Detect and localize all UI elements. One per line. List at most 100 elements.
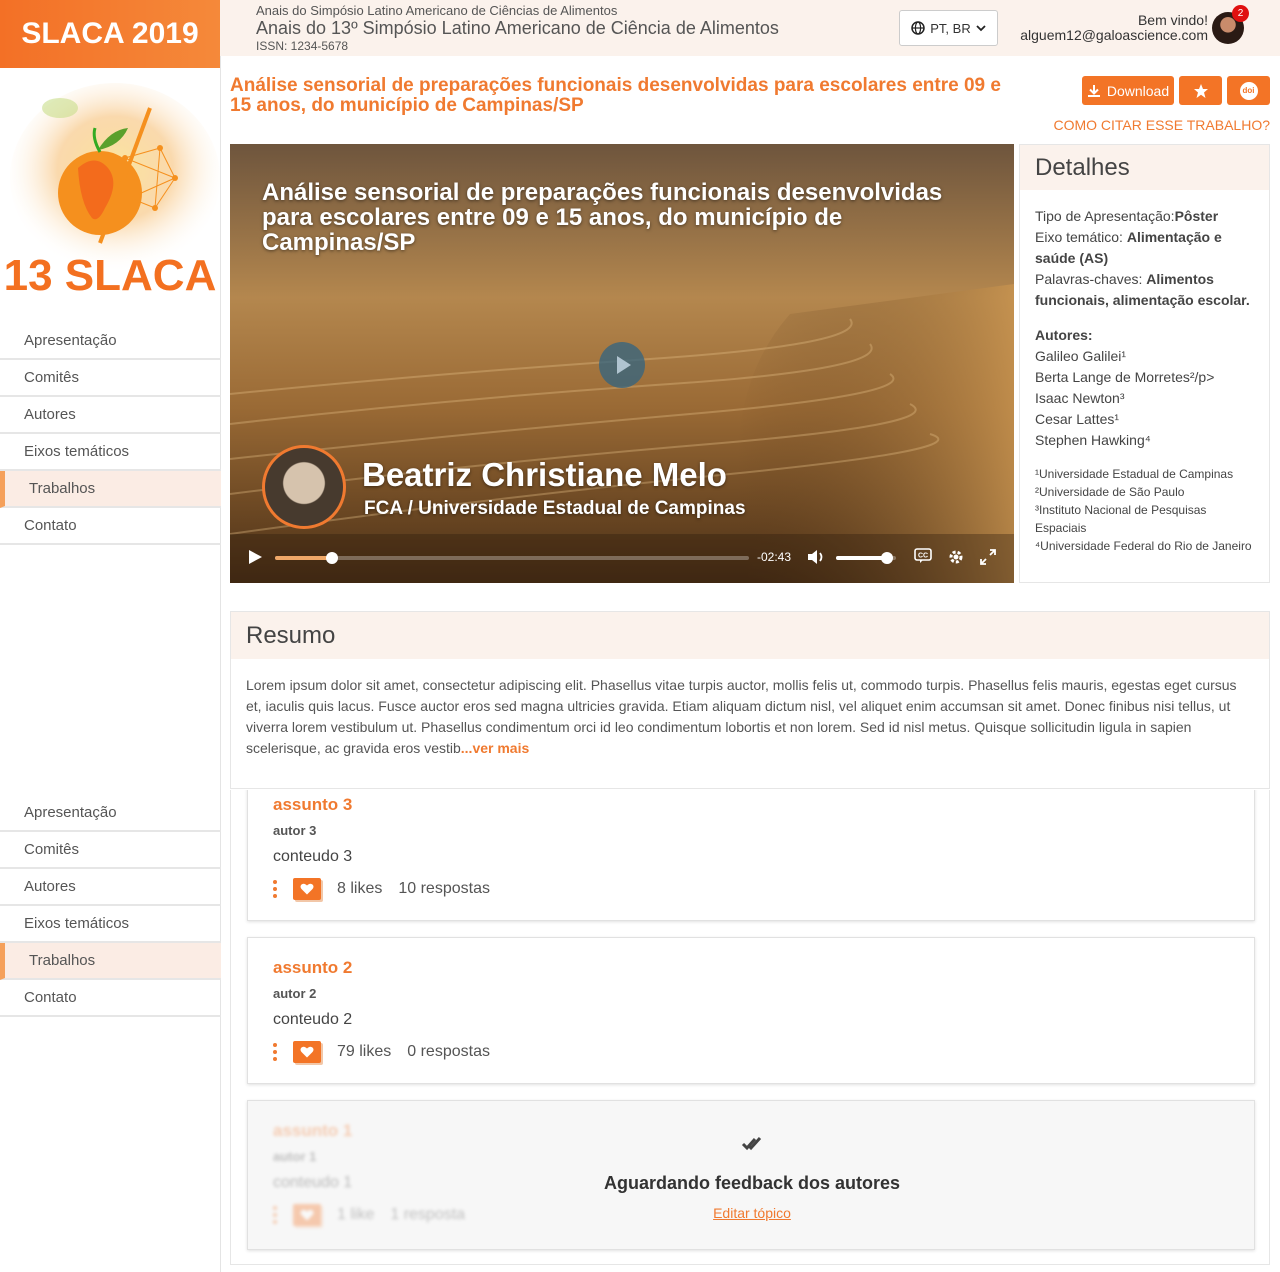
volume-fill	[836, 556, 887, 560]
globe-icon	[911, 21, 926, 35]
volume-icon[interactable]	[806, 547, 826, 567]
progress-fill	[275, 556, 332, 560]
svg-text:CC: CC	[918, 553, 928, 560]
greeting: Bem vindo!	[1137, 12, 1208, 28]
topic-card: assunto 2 autor 2 conteudo 2 79 likes 0 …	[247, 937, 1255, 1084]
captions-icon[interactable]: CC	[914, 548, 932, 564]
affiliations-list: ¹Universidade Estadual de Campinas ²Unive…	[1035, 465, 1254, 555]
sidebar-nav-repeat: Apresentação Comitês Autores Eixos temático…	[0, 795, 221, 1017]
topic-author: autor 3	[273, 823, 317, 838]
topic-card-pending: assunto 1 autor 1 conteudo 1 1 like 1 re…	[247, 1100, 1255, 1250]
fullscreen-icon[interactable]	[980, 549, 996, 565]
topic-author: autor 2	[273, 986, 317, 1001]
play-icon	[617, 356, 631, 374]
language-selector[interactable]: PT, BR	[899, 10, 998, 46]
play-button[interactable]	[599, 342, 645, 388]
sidebar: 13 SLACA	[0, 56, 221, 1272]
volume-handle[interactable]	[881, 552, 893, 564]
doi-icon: doi	[1239, 81, 1258, 100]
time-remaining: -02:43	[757, 550, 792, 564]
cite-link[interactable]: COMO CITAR ESSE TRABALHO?	[1053, 117, 1270, 133]
doi-label: doi	[1242, 86, 1255, 95]
notification-badge[interactable]: 2	[1232, 5, 1249, 22]
sidebar-item-contato[interactable]: Contato	[0, 508, 221, 545]
topic-card: assunto 3 autor 3 conteudo 3 8 likes 10 …	[247, 790, 1255, 921]
topic-subject[interactable]: assunto 2	[273, 958, 1229, 978]
more-options-icon[interactable]	[273, 880, 277, 898]
publication-line2: Anais do 13º Simpósio Latino Americano d…	[256, 18, 779, 38]
video-title: Análise sensorial de preparações funcion…	[262, 179, 943, 256]
video-player[interactable]: Análise sensorial de preparações funcion…	[230, 144, 1014, 583]
download-button[interactable]: Download	[1082, 76, 1174, 105]
more-options-icon[interactable]	[273, 1043, 277, 1061]
presentation-type-label: Tipo de Apresentação:	[1035, 208, 1175, 224]
heart-icon	[300, 883, 314, 895]
authors-label: Autores:	[1035, 327, 1093, 343]
volume-slider[interactable]	[836, 552, 896, 564]
authors-list: Galileo Galilei¹ Berta Lange de Morretes²…	[1035, 346, 1254, 451]
brand-banner[interactable]: SLACA 2019	[0, 0, 220, 68]
affiliation-item: ⁴Universidade Federal do Rio de Janeiro	[1035, 539, 1252, 553]
doi-button[interactable]: doi	[1227, 76, 1270, 105]
topic-content: conteudo 2	[273, 1011, 353, 1028]
details-heading: Detalhes	[1020, 145, 1269, 190]
author-item[interactable]: Cesar Lattes¹	[1035, 409, 1254, 430]
publication-info: Anais do Simpósio Latino Americano de Ci…	[256, 4, 779, 52]
thematic-axis: Eixo temático: Alimentação e saúde (AS)	[1035, 227, 1254, 269]
like-count: 8 likes	[337, 880, 383, 897]
pending-message: Aguardando feedback dos autores	[603, 1173, 901, 1193]
language-label: PT, BR	[930, 20, 971, 36]
thematic-axis-label: Eixo temático:	[1035, 229, 1123, 245]
sidebar-item-autores[interactable]: Autores	[0, 397, 221, 434]
edit-topic-link[interactable]: Editar tópico	[248, 1205, 1256, 1221]
abstract-heading: Resumo	[231, 612, 1269, 659]
brand-name: SLACA 2019	[21, 17, 199, 50]
like-button[interactable]	[293, 1041, 321, 1063]
affiliation-item: ²Universidade de São Paulo	[1035, 485, 1185, 499]
play-small-icon[interactable]	[246, 548, 264, 566]
user-info[interactable]: Bem vindo! alguem12@galoascience.com	[1020, 13, 1208, 43]
sidebar-nav: Apresentação Comitês Autores Eixos temático…	[0, 323, 221, 545]
author-item[interactable]: Berta Lange de Morretes²/p>	[1035, 367, 1254, 388]
discussion-list: assunto 3 autor 3 conteudo 3 8 likes 10 …	[230, 790, 1270, 1265]
video-controls: -02:43 CC	[230, 542, 1014, 572]
speaker-name: Beatriz Christiane Melo	[362, 456, 727, 493]
progress-handle[interactable]	[325, 552, 338, 564]
author-item[interactable]: Stephen Hawking⁴	[1035, 430, 1254, 451]
user-email: alguem12@galoascience.com	[1020, 27, 1208, 43]
heart-icon	[300, 1046, 314, 1058]
author-item[interactable]: Isaac Newton³	[1035, 388, 1254, 409]
settings-gear-icon[interactable]	[947, 548, 965, 566]
sidebar-item-eixos-tematicos[interactable]: Eixos temáticos	[0, 906, 221, 943]
sidebar-item-contato[interactable]: Contato	[0, 980, 221, 1017]
abstract-text: Lorem ipsum dolor sit amet, consectetur …	[246, 677, 1237, 756]
download-icon	[1087, 84, 1100, 97]
keywords-label: Palavras-chaves:	[1035, 271, 1143, 287]
sidebar-item-trabalhos[interactable]: Trabalhos	[0, 471, 221, 508]
chevron-down-icon	[976, 25, 986, 32]
abstract-panel: Resumo Lorem ipsum dolor sit amet, conse…	[230, 611, 1270, 789]
presentation-type: Tipo de Apresentação:Pôster	[1035, 206, 1254, 227]
like-button[interactable]	[293, 878, 321, 900]
favorite-button[interactable]	[1179, 76, 1222, 105]
work-title: Análise sensorial de preparações funcion…	[230, 75, 1001, 116]
publication-issn: ISSN: 1234-5678	[256, 39, 349, 53]
sidebar-item-autores[interactable]: Autores	[0, 869, 221, 906]
sidebar-item-apresentacao[interactable]: Apresentação	[0, 323, 221, 360]
publication-line1: Anais do Simpósio Latino Americano de Ci…	[256, 3, 618, 18]
sidebar-item-apresentacao[interactable]: Apresentação	[0, 795, 221, 832]
reply-count[interactable]: 10 respostas	[398, 880, 490, 898]
progress-bar[interactable]	[275, 552, 749, 564]
sidebar-item-trabalhos[interactable]: Trabalhos	[0, 943, 221, 980]
see-more-link[interactable]: ...ver mais	[461, 740, 530, 756]
pending-overlay: Aguardando feedback dos autores Editar t…	[248, 1101, 1256, 1235]
presentation-type-value: Pôster	[1174, 208, 1219, 224]
reply-count[interactable]: 0 respostas	[407, 1043, 490, 1061]
affiliation-item: ¹Universidade Estadual de Campinas	[1035, 467, 1234, 481]
sidebar-item-comites[interactable]: Comitês	[0, 360, 221, 397]
sidebar-item-comites[interactable]: Comitês	[0, 832, 221, 869]
speaker-affiliation: FCA / Universidade Estadual de Campinas	[364, 498, 746, 519]
sidebar-item-eixos-tematicos[interactable]: Eixos temáticos	[0, 434, 221, 471]
topic-subject[interactable]: assunto 3	[273, 795, 1229, 815]
author-item[interactable]: Galileo Galilei¹	[1035, 346, 1254, 367]
